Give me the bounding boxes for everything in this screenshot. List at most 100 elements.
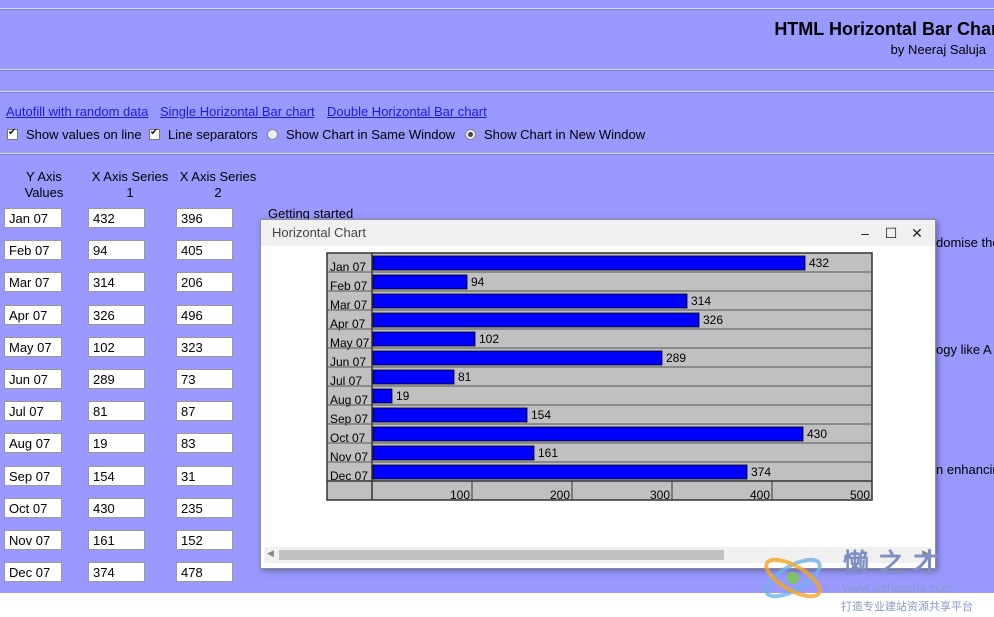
autofill-link[interactable]: Autofill with random data (6, 104, 148, 119)
show-values-label: Show values on line (26, 127, 142, 142)
series2-value-input[interactable] (176, 562, 233, 582)
series2-value-input[interactable] (176, 498, 233, 518)
line-separators-checkbox[interactable] (149, 127, 160, 140)
series2-value-input[interactable] (176, 208, 233, 228)
chart-bar (372, 464, 748, 480)
page-subtitle: by Neeraj Saluja (890, 42, 986, 57)
chart-bar (372, 274, 468, 290)
series1-value-input[interactable] (88, 466, 145, 486)
series2-value-input[interactable] (176, 433, 233, 453)
y-axis-value-input[interactable] (4, 240, 62, 260)
series1-value-input[interactable] (88, 337, 145, 357)
show-values-option[interactable]: Show values on line (7, 127, 142, 142)
same-window-option[interactable]: Show Chart in Same Window (267, 127, 455, 142)
series2-value-input[interactable] (176, 369, 233, 389)
chart-value-label: 326 (703, 313, 723, 327)
chart-x-tick-label: 200 (550, 488, 570, 502)
series1-value-input[interactable] (88, 369, 145, 389)
new-window-radio[interactable] (465, 129, 476, 140)
y-axis-value-input[interactable] (4, 562, 62, 582)
line-separators-option[interactable]: Line separators (149, 127, 258, 142)
new-window-option[interactable]: Show Chart in New Window (465, 127, 645, 142)
series2-value-input[interactable] (176, 240, 233, 260)
chart-value-label: 314 (691, 294, 711, 308)
chart-x-tick-label: 400 (750, 488, 770, 502)
chart-value-label: 161 (538, 446, 558, 460)
series2-header: X Axis Series 2 (179, 169, 257, 200)
double-chart-link[interactable]: Double Horizontal Bar chart (327, 104, 487, 119)
chart-value-label: 154 (531, 408, 551, 422)
y-axis-value-input[interactable] (4, 466, 62, 486)
window-titlebar[interactable]: Horizontal Chart – ☐ ✕ (261, 220, 935, 246)
series2-value-input[interactable] (176, 466, 233, 486)
minimize-icon[interactable]: – (854, 224, 876, 242)
y-axis-value-input[interactable] (4, 305, 62, 325)
single-chart-link[interactable]: Single Horizontal Bar chart (160, 104, 315, 119)
chart-bar (372, 407, 528, 423)
chart-value-label: 102 (479, 332, 499, 346)
window-title: Horizontal Chart (272, 225, 366, 240)
chart-bar (372, 350, 663, 366)
divider (0, 8, 994, 10)
series1-value-input[interactable] (88, 562, 145, 582)
series1-value-input[interactable] (88, 498, 145, 518)
series1-value-input[interactable] (88, 305, 145, 325)
chart-bar (372, 369, 455, 385)
watermark-url: www.aizhanzhe.com (842, 581, 952, 595)
scroll-left-icon[interactable]: ◀ (267, 548, 274, 559)
y-axis-value-input[interactable] (4, 498, 62, 518)
y-axis-value-input[interactable] (4, 530, 62, 550)
line-separators-label: Line separators (168, 127, 258, 142)
y-axis-header: Y Axis Values (24, 169, 64, 200)
y-axis-value-input[interactable] (4, 369, 62, 389)
scrollbar-thumb[interactable] (279, 550, 724, 560)
watermark-brand: 懒 之 才 (843, 548, 939, 579)
series1-value-input[interactable] (88, 530, 145, 550)
watermark-tagline: 打造专业建站资源共享平台 (841, 599, 973, 613)
chart-value-label: 289 (666, 351, 686, 365)
series1-value-input[interactable] (88, 208, 145, 228)
chart-bar (372, 426, 804, 442)
chart-value-label: 432 (809, 256, 829, 270)
series1-value-input[interactable] (88, 240, 145, 260)
maximize-icon[interactable]: ☐ (880, 224, 902, 242)
chart-bar (372, 255, 806, 271)
same-window-label: Show Chart in Same Window (286, 127, 456, 142)
series2-value-input[interactable] (176, 401, 233, 421)
chart-value-label: 81 (458, 370, 472, 384)
series1-value-input[interactable] (88, 272, 145, 292)
series2-value-input[interactable] (176, 337, 233, 357)
chart-popup-window[interactable]: Horizontal Chart – ☐ ✕ Jan 07 432 Feb 07 94… (260, 219, 936, 569)
new-window-label: Show Chart in New Window (484, 127, 646, 142)
background-text-fragment: ogy like A (936, 342, 992, 357)
chart-value-label: 19 (396, 389, 410, 403)
close-icon[interactable]: ✕ (906, 224, 928, 242)
chart-value-label: 430 (807, 427, 827, 441)
series2-value-input[interactable] (176, 272, 233, 292)
divider (0, 91, 994, 93)
chart-value-label: 94 (471, 275, 485, 289)
same-window-radio[interactable] (267, 129, 278, 140)
show-values-checkbox[interactable] (7, 127, 18, 140)
chart-bar (372, 331, 476, 347)
chart-bar (372, 445, 535, 461)
series1-value-input[interactable] (88, 401, 145, 421)
y-axis-value-input[interactable] (4, 401, 62, 421)
background-text-fragment: n enhancin (936, 462, 994, 477)
chart-x-tick-label: 100 (450, 488, 470, 502)
page-title: HTML Horizontal Bar Chart (774, 19, 994, 39)
chart-x-tick-label: 500 (850, 488, 870, 502)
horizontal-bar-chart: Jan 07 432Feb 07 94Mar 07 314Apr 07 326May 0… (326, 252, 873, 502)
background-text-fragment: domise the (936, 235, 994, 250)
divider (0, 69, 994, 71)
y-axis-value-input[interactable] (4, 208, 62, 228)
y-axis-value-input[interactable] (4, 337, 62, 357)
series2-value-input[interactable] (176, 530, 233, 550)
series2-value-input[interactable] (176, 305, 233, 325)
chart-x-tick-label: 300 (650, 488, 670, 502)
series1-value-input[interactable] (88, 433, 145, 453)
chart-bar (372, 293, 688, 309)
y-axis-value-input[interactable] (4, 433, 62, 453)
y-axis-value-input[interactable] (4, 272, 62, 292)
chart-category-label: Dec 07 (330, 469, 368, 483)
